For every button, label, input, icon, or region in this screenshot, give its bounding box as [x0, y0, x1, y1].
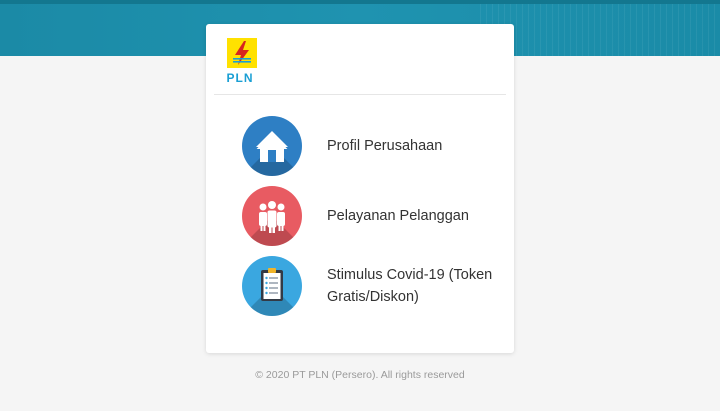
- menu-item-label: Pelayanan Pelanggan: [327, 208, 469, 224]
- clipboard-icon: [261, 268, 283, 301]
- home-icon: [256, 131, 288, 162]
- pln-logo-text: PLN: [226, 71, 254, 85]
- people-icon: [259, 201, 285, 233]
- card-header: PLN: [214, 24, 506, 95]
- menu-item-label: Stimulus Covid-19 (Token Gratis/Diskon): [327, 267, 493, 305]
- pln-logo[interactable]: PLN: [220, 38, 260, 86]
- menu-icon-circle: [242, 116, 302, 176]
- footer-copyright: © 2020 PT PLN (Persero). All rights rese…: [255, 369, 465, 381]
- menu-item-stimulus-covid[interactable]: Stimulus Covid-19 (Token Gratis/Diskon): [240, 256, 510, 316]
- menu-item-profil-perusahaan[interactable]: Profil Perusahaan: [240, 116, 510, 176]
- menu-icon-circle: [242, 186, 302, 246]
- menu-list: Profil Perusahaan Pelayanan Pelanggan St…: [240, 116, 510, 326]
- lightning-bolt-icon: [233, 41, 251, 65]
- menu-item-pelayanan-pelanggan[interactable]: Pelayanan Pelanggan: [240, 186, 510, 246]
- menu-icon-circle: [242, 256, 302, 316]
- pln-logo-mark: [227, 38, 257, 68]
- menu-item-label: Profil Perusahaan: [327, 138, 443, 154]
- main-card: PLN Profil Perusahaan Pelayanan Pelangga…: [206, 24, 514, 353]
